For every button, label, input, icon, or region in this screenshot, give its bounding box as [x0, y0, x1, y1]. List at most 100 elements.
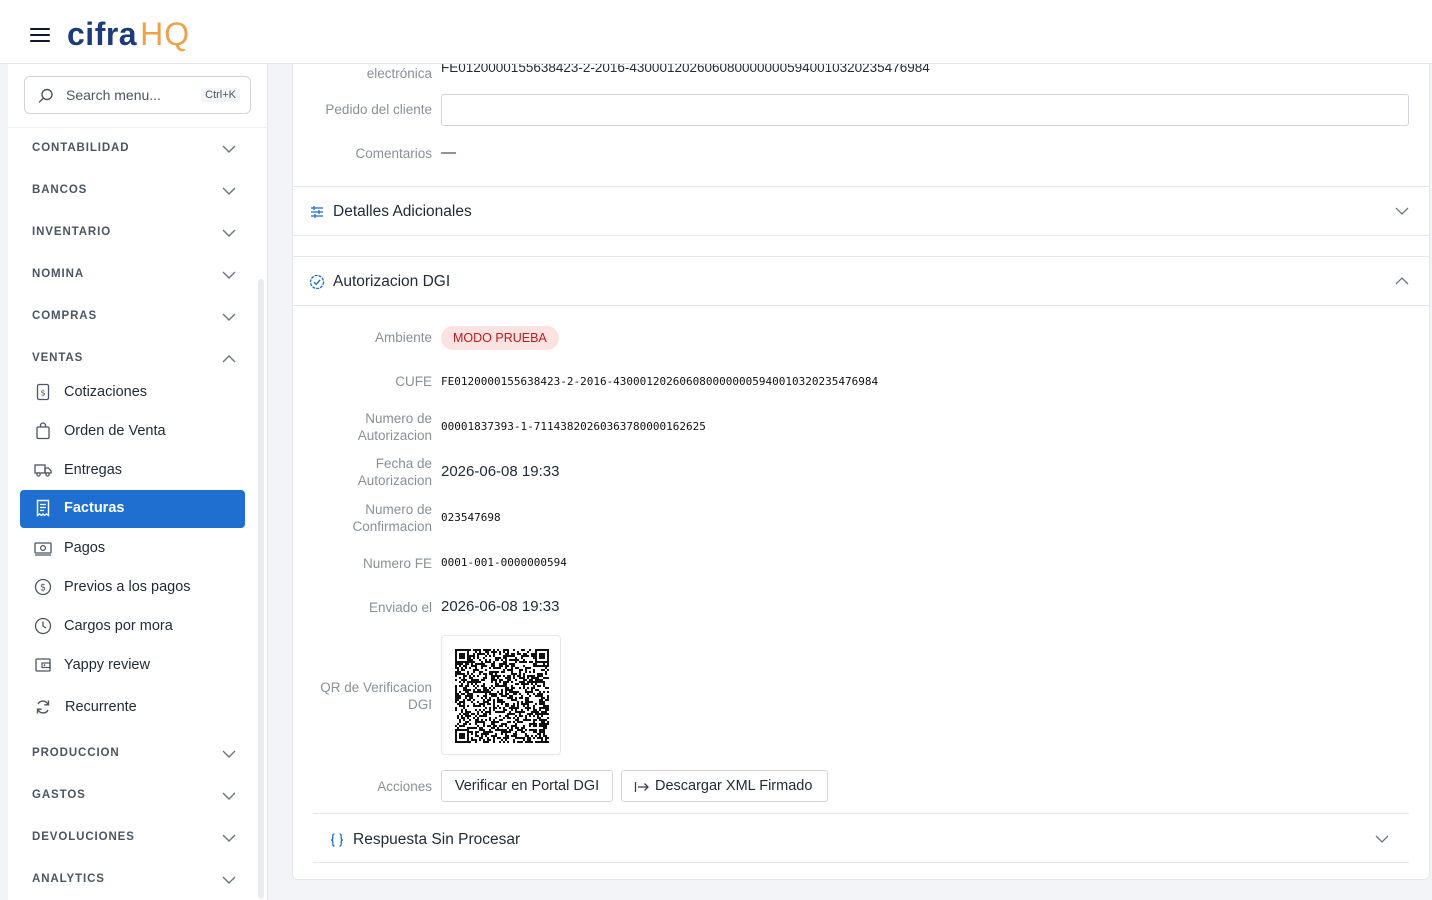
cufe-value: FE0120000155638423-2-2016-43000120260608…: [441, 375, 879, 388]
chevron-down-icon: [1375, 835, 1389, 843]
svg-text:$: $: [40, 389, 45, 398]
sidebar-item-label: Cargos por mora: [64, 618, 173, 634]
sidebar-section-devoluciones[interactable]: DEVOLUCIONES: [32, 828, 237, 848]
comentarios-value: —: [441, 144, 456, 161]
section-label: GASTOS: [32, 789, 86, 801]
shopping-bag-icon: [36, 422, 50, 440]
sidebar-item-label: Cotizaciones: [64, 384, 148, 400]
wallet-icon: [35, 658, 51, 672]
truck-icon: [34, 464, 52, 477]
sidebar-section-compras[interactable]: COMPRAS: [32, 307, 237, 327]
divider: [313, 862, 1409, 863]
verificar-portal-dgi-button[interactable]: Verificar en Portal DGI: [441, 770, 613, 802]
respuesta-sin-procesar-header[interactable]: Respuesta Sin Procesar: [313, 814, 1409, 862]
verified-badge-icon: [309, 274, 325, 290]
top-header: cifraHQ: [0, 0, 1432, 64]
clock-icon: [34, 617, 52, 635]
autorizacion-dgi-header[interactable]: Autorizacion DGI: [293, 257, 1429, 305]
logo[interactable]: cifraHQ: [67, 14, 190, 54]
fecha-autorizacion-value: 2026-06-08 19:33: [441, 463, 560, 480]
dollar-circle-icon: $: [34, 578, 52, 596]
acciones-label: Acciones: [377, 779, 432, 794]
sidebar-section-contabilidad[interactable]: CONTABILIDAD: [32, 139, 237, 159]
refresh-icon: [36, 700, 50, 714]
sidebar-section-gastos[interactable]: GASTOS: [32, 786, 237, 806]
numero-autorizacion-value: 00001837393-1-71143820260363780000162625: [441, 420, 706, 433]
sidebar-item-entregas[interactable]: Entregas: [20, 452, 245, 490]
hamburger-menu-icon[interactable]: [30, 28, 50, 44]
label-line: Autorizacion: [357, 428, 432, 443]
descargar-xml-button[interactable]: Descargar XML Firmado: [621, 770, 828, 802]
export-arrow-icon: [634, 782, 649, 792]
sidebar-item-cargos-por-mora[interactable]: Cargos por mora: [20, 608, 245, 646]
sidebar-section-bancos[interactable]: BANCOS: [32, 181, 237, 201]
search-shortcut: Ctrl+K: [201, 88, 240, 102]
sidebar-item-yappy-review[interactable]: Yappy review: [20, 647, 245, 685]
logo-secondary: HQ: [140, 16, 191, 52]
label-line: Autorizacion: [357, 473, 432, 488]
label-line: Numero de: [365, 502, 432, 517]
divider: [293, 305, 1429, 306]
label-line: Numero de: [365, 411, 432, 426]
svg-text:$: $: [40, 583, 46, 594]
numero-fe-value: 0001-001-0000000594: [441, 556, 567, 569]
chevron-up-icon: [222, 355, 236, 363]
section-label: NOMINA: [32, 268, 85, 280]
label-line: QR de Verificacion: [320, 680, 432, 695]
numero-confirmacion-label: Numero de Confirmacion: [352, 501, 432, 535]
chevron-down-icon: [222, 834, 236, 842]
sidebar-section-analytics[interactable]: ANALYTICS: [32, 870, 237, 890]
sidebar-section-ventas[interactable]: VENTAS: [32, 349, 237, 369]
sidebar-item-orden-de-venta[interactable]: Orden de Venta: [20, 413, 245, 451]
numero-confirmacion-value: 023547698: [441, 511, 501, 524]
chevron-down-icon: [222, 313, 236, 321]
sidebar-item-label: Recurrente: [65, 699, 137, 715]
sidebar-item-pagos[interactable]: Pagos: [20, 530, 245, 568]
section-title: Detalles Adicionales: [333, 203, 472, 220]
search-icon: [38, 88, 53, 103]
comentarios-label: Comentarios: [355, 146, 432, 161]
invoice-detail-card: FE0120000155638423-2-2016-43000120260608…: [292, 40, 1430, 880]
sidebar-item-recurrente[interactable]: Recurrente: [20, 689, 245, 727]
sidebar-item-label: Yappy review: [64, 657, 150, 673]
spacer: [293, 236, 1429, 256]
sidebar-section-inventario[interactable]: INVENTARIO: [32, 223, 237, 243]
factura-electronica-label: electrónica: [366, 66, 432, 81]
sliders-icon: [311, 206, 323, 218]
sidebar-item-cotizaciones[interactable]: $ Cotizaciones: [20, 374, 245, 412]
sidebar-item-label: Entregas: [64, 462, 123, 478]
qr-code-image: [455, 649, 549, 743]
sidebar-scrollbar[interactable]: [258, 279, 264, 899]
enviado-value: 2026-06-08 19:33: [441, 598, 560, 615]
pedido-cliente-input[interactable]: [441, 94, 1409, 126]
section-label: ANALYTICS: [32, 873, 105, 885]
section-label: VENTAS: [32, 352, 84, 364]
section-title: Respuesta Sin Procesar: [353, 831, 521, 848]
sidebar-section-nomina[interactable]: NOMINA: [32, 265, 237, 285]
sidebar-section-produccion[interactable]: PRODUCCION: [32, 744, 237, 764]
sidebar-item-label: Pagos: [64, 540, 106, 556]
section-label: COMPRAS: [32, 310, 98, 322]
label-line: Confirmacion: [352, 519, 432, 534]
detalles-adicionales-header[interactable]: Detalles Adicionales: [293, 187, 1429, 235]
sidebar: Search menu... Ctrl+K CONTABILIDAD BANCO…: [8, 64, 268, 900]
section-title: Autorizacion DGI: [333, 273, 451, 290]
numero-autorizacion-label: Numero de Autorizacion: [358, 410, 432, 444]
label-line: DGI: [407, 697, 432, 712]
section-label: BANCOS: [32, 184, 88, 196]
cash-icon: [34, 542, 52, 556]
sidebar-item-label: Previos a los pagos: [64, 579, 191, 595]
search-input[interactable]: Search menu... Ctrl+K: [24, 76, 251, 114]
numero-fe-label: Numero FE: [362, 556, 432, 571]
label-line: Fecha de: [375, 456, 432, 471]
chevron-down-icon: [222, 145, 236, 153]
section-label: CONTABILIDAD: [32, 142, 130, 154]
chevron-down-icon: [222, 792, 236, 800]
fecha-autorizacion-label: Fecha de Autorizacion: [358, 455, 432, 489]
sidebar-item-facturas[interactable]: Facturas: [20, 490, 245, 528]
section-label: DEVOLUCIONES: [32, 831, 135, 843]
divider: [8, 127, 266, 128]
sidebar-item-previos-a-los-pagos[interactable]: $ Previos a los pagos: [20, 569, 245, 607]
chevron-down-icon: [1395, 207, 1409, 215]
chevron-down-icon: [222, 750, 236, 758]
